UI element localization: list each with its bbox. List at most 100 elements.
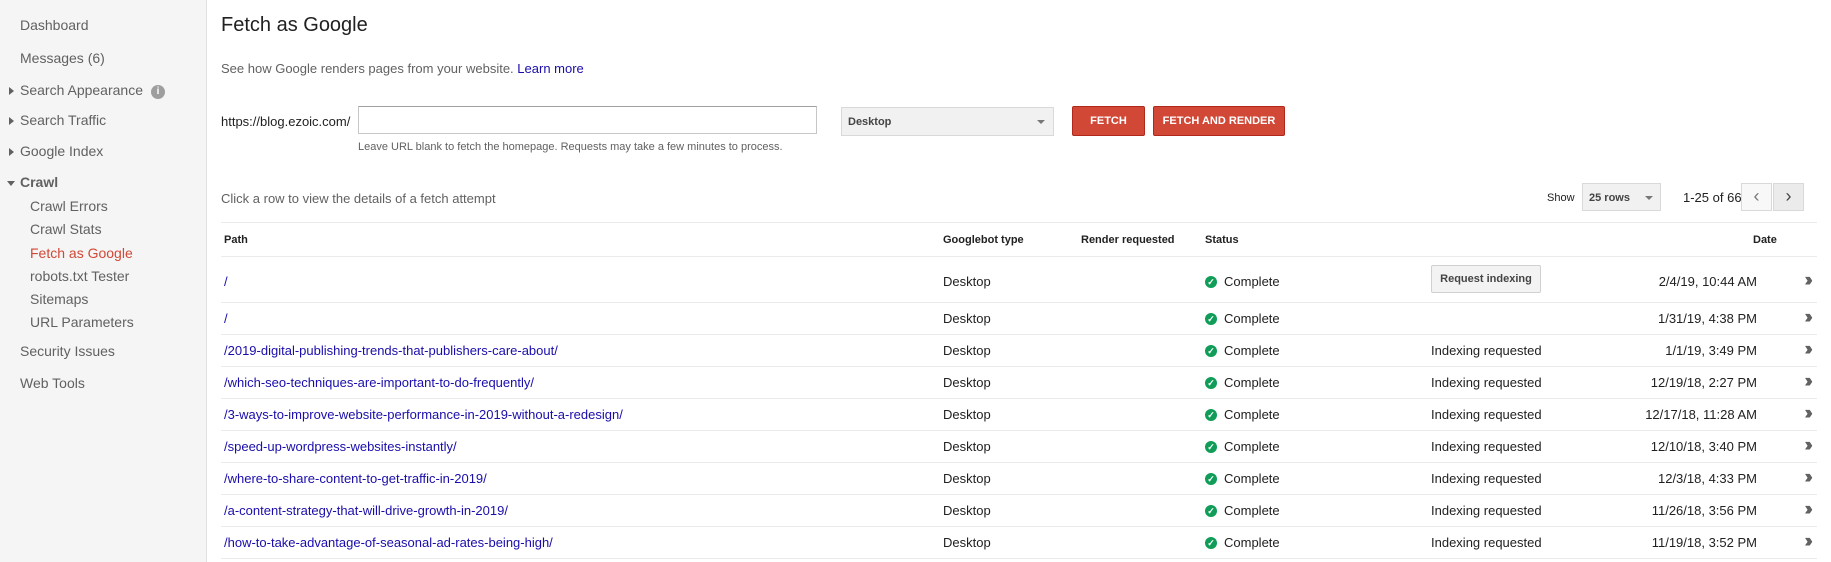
chevron-double-right-icon[interactable]: ›› — [1804, 339, 1812, 361]
table-row[interactable]: /how-to-take-advantage-of-seasonal-ad-ra… — [221, 527, 1817, 559]
row-googlebot-type: Desktop — [943, 375, 991, 390]
row-status-text: Complete — [1224, 503, 1280, 518]
learn-more-link[interactable]: Learn more — [517, 61, 583, 76]
sidebar-item-label: Google Index — [20, 143, 104, 159]
chevron-left-icon: ‹ — [1753, 186, 1760, 206]
chevron-double-right-icon[interactable]: ›› — [1804, 307, 1812, 329]
sidebar-item-label: Messages (6) — [20, 50, 105, 66]
chevron-double-right-icon[interactable]: ›› — [1804, 435, 1812, 457]
row-googlebot-type: Desktop — [943, 311, 991, 326]
sidebar-item-messages[interactable]: Messages (6) — [20, 50, 105, 66]
chevron-double-right-icon[interactable]: ›› — [1804, 499, 1812, 521]
check-icon: ✓ — [1205, 377, 1217, 389]
check-icon: ✓ — [1205, 537, 1217, 549]
row-path[interactable]: / — [224, 274, 228, 289]
table-row[interactable]: /which-seo-techniques-are-important-to-d… — [221, 367, 1817, 399]
table-row[interactable]: /speed-up-wordpress-websites-instantly/ … — [221, 431, 1817, 463]
sidebar-item-security-issues[interactable]: Security Issues — [20, 343, 115, 359]
caret-right-icon — [9, 148, 14, 156]
chevron-right-icon: › — [1785, 186, 1792, 206]
chevron-double-right-icon[interactable]: ›› — [1804, 371, 1812, 393]
dropdown-arrow-icon — [1645, 196, 1653, 200]
row-status: ✓ Complete — [1205, 407, 1280, 422]
page-description: See how Google renders pages from your w… — [221, 61, 584, 76]
row-status-text: Complete — [1224, 311, 1280, 326]
row-path[interactable]: /how-to-take-advantage-of-seasonal-ad-ra… — [224, 535, 553, 550]
sidebar-item-search-appearance[interactable]: Search Appearance i — [9, 82, 165, 99]
chevron-double-right-icon[interactable]: ›› — [1804, 270, 1812, 292]
column-header-status: Status — [1205, 234, 1239, 246]
prev-page-button[interactable]: ‹ — [1741, 183, 1772, 211]
fetch-button[interactable]: FETCH — [1072, 106, 1145, 136]
request-indexing-button[interactable]: Request indexing — [1431, 265, 1541, 293]
rows-per-page-select[interactable]: 25 rows — [1582, 183, 1661, 211]
table-divider — [221, 558, 1817, 559]
row-status: ✓ Complete — [1205, 535, 1280, 550]
caret-right-icon — [9, 117, 14, 125]
row-indexing-status: Indexing requested — [1431, 343, 1542, 358]
sidebar-item-label: Crawl — [20, 174, 59, 190]
page-count: 1-25 of 66 — [1683, 190, 1742, 205]
info-icon[interactable]: i — [150, 85, 165, 99]
row-path[interactable]: /3-ways-to-improve-website-performance-i… — [224, 407, 623, 422]
row-path[interactable]: /which-seo-techniques-are-important-to-d… — [224, 375, 534, 390]
table-instructions: Click a row to view the details of a fet… — [221, 191, 496, 206]
row-status-text: Complete — [1224, 274, 1280, 289]
sidebar-subitem-fetch-as-google[interactable]: Fetch as Google — [30, 245, 133, 261]
sidebar-item-dashboard[interactable]: Dashboard — [20, 17, 89, 33]
sidebar-item-label: Search Appearance — [20, 82, 143, 98]
device-select-value: Desktop — [848, 116, 892, 128]
sidebar-item-web-tools[interactable]: Web Tools — [20, 375, 85, 391]
row-indexing-status: Indexing requested — [1431, 471, 1542, 486]
url-hint: Leave URL blank to fetch the homepage. R… — [358, 141, 783, 153]
check-icon: ✓ — [1205, 441, 1217, 453]
rows-select-value: 25 rows — [1589, 192, 1630, 204]
next-page-button[interactable]: › — [1773, 183, 1804, 211]
table-row[interactable]: / Desktop ✓ Complete 1/31/19, 4:38 PM ›› — [221, 303, 1817, 335]
sidebar-subitem-crawl-stats[interactable]: Crawl Stats — [30, 221, 102, 237]
row-status-text: Complete — [1224, 375, 1280, 390]
row-path[interactable]: /a-content-strategy-that-will-drive-grow… — [224, 503, 508, 518]
fetch-and-render-button[interactable]: FETCH AND RENDER — [1153, 106, 1285, 136]
sidebar-subitem-sitemaps[interactable]: Sitemaps — [30, 291, 88, 307]
row-status: ✓ Complete — [1205, 343, 1280, 358]
sidebar-subitem-robots-tester[interactable]: robots.txt Tester — [30, 268, 129, 284]
row-path[interactable]: /2019-digital-publishing-trends-that-pub… — [224, 343, 558, 358]
row-status: ✓ Complete — [1205, 311, 1280, 326]
row-googlebot-type: Desktop — [943, 471, 991, 486]
chevron-double-right-icon[interactable]: ›› — [1804, 467, 1812, 489]
sidebar-subitem-crawl-errors[interactable]: Crawl Errors — [30, 198, 108, 214]
table-row[interactable]: / Desktop ✓ Complete Request indexing 2/4… — [221, 264, 1817, 301]
chevron-double-right-icon[interactable]: ›› — [1804, 531, 1812, 553]
row-indexing-status: Indexing requested — [1431, 407, 1542, 422]
sidebar-item-search-traffic[interactable]: Search Traffic — [9, 112, 106, 128]
row-date: 12/3/18, 4:33 PM — [1657, 471, 1757, 486]
table-row[interactable]: /2019-digital-publishing-trends-that-pub… — [221, 335, 1817, 367]
row-status-text: Complete — [1224, 471, 1280, 486]
device-select[interactable]: Desktop — [841, 107, 1054, 136]
row-date: 1/1/19, 3:49 PM — [1665, 343, 1757, 358]
url-input[interactable] — [358, 106, 817, 134]
table-divider — [221, 256, 1817, 257]
table-row[interactable]: /a-content-strategy-that-will-drive-grow… — [221, 495, 1817, 527]
table-row[interactable]: /where-to-share-content-to-get-traffic-i… — [221, 463, 1817, 495]
row-status-text: Complete — [1224, 535, 1280, 550]
row-path[interactable]: /where-to-share-content-to-get-traffic-i… — [224, 471, 487, 486]
row-date: 12/10/18, 3:40 PM — [1650, 439, 1757, 454]
sidebar-item-google-index[interactable]: Google Index — [9, 143, 104, 159]
table-row[interactable]: /3-ways-to-improve-website-performance-i… — [221, 399, 1817, 431]
row-path[interactable]: / — [224, 311, 228, 326]
sidebar: Dashboard Messages (6) Search Appearance… — [0, 0, 207, 562]
row-path[interactable]: /speed-up-wordpress-websites-instantly/ — [224, 439, 457, 454]
chevron-double-right-icon[interactable]: ›› — [1804, 403, 1812, 425]
check-icon: ✓ — [1205, 409, 1217, 421]
show-label: Show — [1547, 192, 1575, 204]
row-date: 11/19/18, 3:52 PM — [1651, 535, 1757, 550]
sidebar-item-crawl[interactable]: Crawl — [7, 174, 59, 190]
sidebar-item-label: Security Issues — [20, 343, 115, 359]
caret-down-icon — [7, 181, 15, 186]
column-header-render-requested: Render requested — [1081, 234, 1175, 246]
column-header-googlebot-type: Googlebot type — [943, 234, 1024, 246]
row-status: ✓ Complete — [1205, 439, 1280, 454]
sidebar-subitem-url-parameters[interactable]: URL Parameters — [30, 314, 134, 330]
